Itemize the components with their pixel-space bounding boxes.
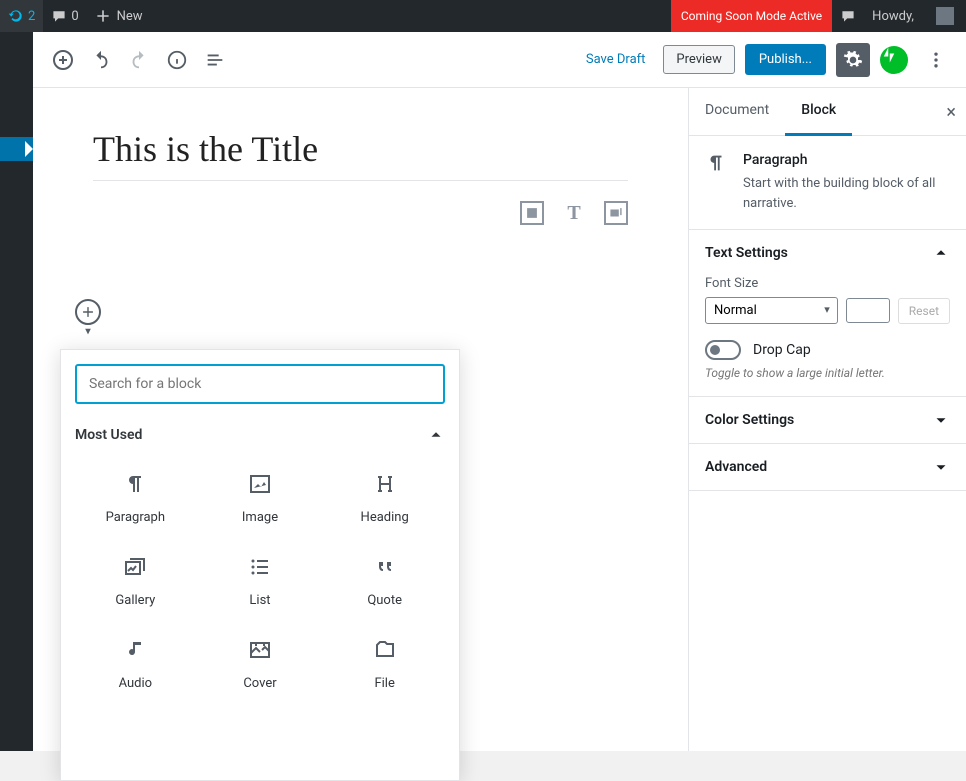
undo-icon [90, 49, 112, 71]
refresh-count: 2 [28, 9, 35, 24]
new-label: New [117, 9, 143, 24]
reset-button[interactable]: Reset [898, 298, 950, 324]
drop-cap-toggle[interactable] [705, 340, 741, 360]
more-menu-button[interactable] [918, 42, 954, 78]
howdy-item[interactable]: Howdy, [864, 0, 922, 32]
image-icon [525, 206, 539, 220]
drop-cap-label: Drop Cap [753, 342, 811, 358]
block-item-heading[interactable]: Heading [324, 456, 445, 535]
block-item-image[interactable]: Image [200, 456, 321, 535]
settings-sidebar: Document Block × Paragraph Start with th… [688, 88, 966, 751]
plus-icon [81, 305, 95, 319]
block-item-gallery[interactable]: Gallery [75, 539, 196, 618]
color-settings-header[interactable]: Color Settings [689, 397, 966, 443]
cover-icon [248, 636, 272, 664]
text-settings-panel: Text Settings Font Size Normal Reset Dro… [689, 230, 966, 397]
image-icon [248, 470, 272, 498]
block-item-paragraph[interactable]: Paragraph [75, 456, 196, 535]
gallery-block-shortcut[interactable] [604, 201, 628, 225]
category-label: Most Used [75, 427, 142, 443]
new-item[interactable]: New [87, 0, 151, 32]
advanced-panel: Advanced [689, 444, 966, 491]
drop-cap-help: Toggle to show a large initial letter. [705, 366, 950, 380]
redo-button[interactable] [121, 42, 157, 78]
sidebar-tabs: Document Block × [689, 88, 966, 136]
wp-admin-strip [0, 32, 33, 751]
block-desc-text: Start with the building block of all nar… [743, 174, 950, 213]
admin-bar: 2 0 New Coming Soon Mode Active Howdy, [0, 0, 966, 32]
redo-icon [128, 49, 150, 71]
heading-icon [373, 470, 397, 498]
info-icon [166, 49, 188, 71]
chevron-up-icon [932, 244, 950, 262]
preview-button[interactable]: Preview [663, 45, 734, 74]
active-menu-marker [0, 137, 33, 161]
text-settings-header[interactable]: Text Settings [689, 230, 966, 276]
refresh-icon [8, 8, 24, 24]
block-item-file[interactable]: File [324, 622, 445, 701]
block-inserter: Most Used ParagraphImageHeading GalleryLi… [60, 349, 460, 781]
chevron-down-icon [932, 411, 950, 429]
font-size-label: Font Size [705, 276, 950, 291]
comments-item[interactable]: 0 [43, 0, 86, 32]
info-button[interactable] [159, 42, 195, 78]
avatar-icon [936, 7, 954, 25]
avatar-item[interactable] [922, 0, 966, 32]
post-title-input[interactable] [93, 118, 628, 181]
block-shortcuts: T [520, 201, 628, 225]
font-size-select[interactable]: Normal [705, 297, 838, 324]
advanced-header[interactable]: Advanced [689, 444, 966, 490]
settings-button[interactable] [836, 43, 870, 77]
add-block-button[interactable] [45, 42, 81, 78]
image-block-shortcut[interactable] [520, 201, 544, 225]
paragraph-icon [123, 470, 147, 498]
block-description: Paragraph Start with the building block … [689, 136, 966, 230]
gear-icon [843, 50, 863, 70]
block-item-list[interactable]: List [200, 539, 321, 618]
editor: Save Draft Preview Publish... T [33, 32, 966, 751]
save-draft-button[interactable]: Save Draft [578, 46, 654, 73]
block-item-audio[interactable]: Audio [75, 622, 196, 701]
comments-count: 0 [71, 9, 78, 24]
tab-document[interactable]: Document [689, 88, 785, 136]
gallery-icon [609, 206, 623, 220]
heading-block-shortcut[interactable]: T [562, 201, 586, 225]
block-name: Paragraph [743, 152, 950, 168]
jetpack-button[interactable] [880, 46, 908, 74]
chevron-up-icon [427, 426, 445, 444]
publish-button[interactable]: Publish... [745, 44, 826, 75]
refresh-item[interactable]: 2 [0, 0, 43, 32]
howdy-label: Howdy, [872, 9, 914, 24]
outline-button[interactable] [197, 42, 233, 78]
notifications-item[interactable] [832, 0, 864, 32]
dots-icon [926, 50, 946, 70]
close-sidebar-button[interactable]: × [946, 102, 956, 123]
outline-icon [204, 49, 226, 71]
block-search-input[interactable] [75, 364, 445, 404]
editor-toolbar: Save Draft Preview Publish... [33, 32, 966, 88]
tab-block[interactable]: Block [785, 88, 852, 136]
jetpack-icon [880, 46, 898, 64]
color-settings-panel: Color Settings [689, 397, 966, 444]
font-size-number-input[interactable] [846, 298, 890, 323]
audio-icon [123, 636, 147, 664]
inline-add-block-button[interactable] [75, 299, 101, 325]
comment-icon [840, 8, 856, 24]
quote-icon [373, 553, 397, 581]
inserter-category-header[interactable]: Most Used [75, 418, 445, 456]
list-icon [248, 553, 272, 581]
comment-icon [51, 8, 67, 24]
coming-soon-badge: Coming Soon Mode Active [671, 0, 832, 32]
block-item-cover[interactable]: Cover [200, 622, 321, 701]
file-icon [373, 636, 397, 664]
undo-button[interactable] [83, 42, 119, 78]
plus-icon [95, 8, 111, 24]
paragraph-icon [705, 152, 729, 213]
gallery-icon [123, 553, 147, 581]
block-item-quote[interactable]: Quote [324, 539, 445, 618]
plus-circle-icon [51, 48, 75, 72]
chevron-down-icon [932, 458, 950, 476]
